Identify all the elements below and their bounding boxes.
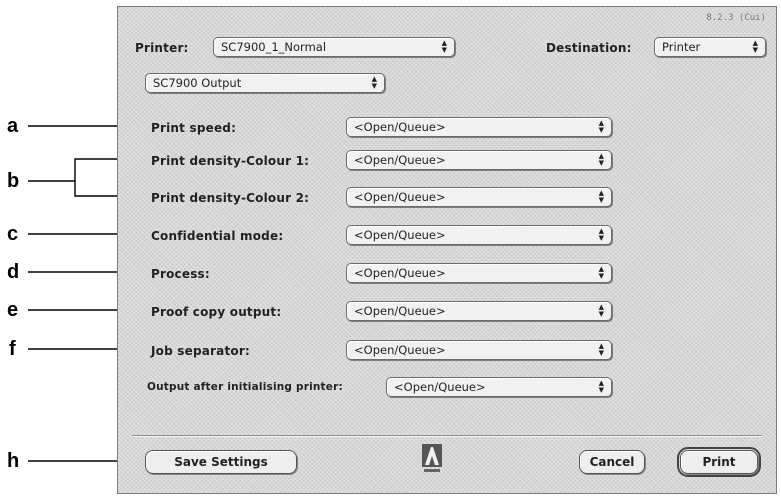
adobe-logo-icon bbox=[422, 444, 442, 472]
option-label-proof-copy-output: Proof copy output: bbox=[151, 305, 282, 319]
printer-select-value: SC7900_1_Normal bbox=[221, 40, 327, 54]
panel-select-value: SC7900 Output bbox=[153, 76, 242, 90]
destination-select-value: Printer bbox=[662, 40, 701, 54]
printer-select[interactable]: SC7900_1_Normal ▲ ▼ bbox=[213, 37, 455, 57]
proof-copy-output-value: <Open/Queue> bbox=[354, 304, 446, 318]
up-down-arrows-icon: ▲ ▼ bbox=[598, 341, 604, 357]
option-label-confidential-mode: Confidential mode: bbox=[151, 229, 284, 243]
print-speed-value: <Open/Queue> bbox=[354, 120, 446, 134]
option-label-process: Process: bbox=[151, 267, 210, 281]
confidential-mode-value: <Open/Queue> bbox=[354, 228, 446, 242]
cancel-button[interactable]: Cancel bbox=[579, 450, 645, 474]
proof-copy-output-select[interactable]: <Open/Queue> ▲ ▼ bbox=[346, 301, 612, 321]
callout-h: h bbox=[7, 450, 20, 472]
callout-e: e bbox=[7, 299, 19, 321]
callout-f: f bbox=[9, 338, 16, 360]
print-dialog: 8.2.3 (Cui) Printer: SC7900_1_Normal ▲ ▼ … bbox=[117, 6, 777, 494]
print-speed-select[interactable]: <Open/Queue> ▲ ▼ bbox=[346, 117, 612, 137]
print-density-colour-2-select[interactable]: <Open/Queue> ▲ ▼ bbox=[346, 187, 612, 207]
output-after-initialising-value: <Open/Queue> bbox=[394, 380, 486, 394]
up-down-arrows-icon: ▲ ▼ bbox=[598, 264, 604, 280]
callout-d: d bbox=[7, 261, 20, 283]
panel-select[interactable]: SC7900 Output ▲ ▼ bbox=[145, 73, 385, 93]
job-separator-value: <Open/Queue> bbox=[354, 343, 446, 357]
print-density-colour-1-select[interactable]: <Open/Queue> ▲ ▼ bbox=[346, 150, 612, 170]
confidential-mode-select[interactable]: <Open/Queue> ▲ ▼ bbox=[346, 225, 612, 245]
callout-c: c bbox=[7, 223, 19, 245]
option-label-output-after-initialising: Output after initialising printer: bbox=[147, 381, 343, 393]
up-down-arrows-icon: ▲ ▼ bbox=[598, 378, 604, 394]
up-down-arrows-icon: ▲ ▼ bbox=[371, 74, 377, 90]
save-settings-button[interactable]: Save Settings bbox=[145, 450, 297, 474]
up-down-arrows-icon: ▲ ▼ bbox=[598, 188, 604, 204]
option-label-print-speed: Print speed: bbox=[151, 121, 237, 135]
up-down-arrows-icon: ▲ ▼ bbox=[598, 302, 604, 318]
footer-divider bbox=[132, 435, 762, 437]
callout-a: a bbox=[7, 115, 19, 137]
up-down-arrows-icon: ▲ ▼ bbox=[752, 38, 758, 54]
process-select[interactable]: <Open/Queue> ▲ ▼ bbox=[346, 263, 612, 283]
destination-label: Destination: bbox=[546, 41, 632, 55]
up-down-arrows-icon: ▲ ▼ bbox=[598, 226, 604, 242]
callout-b: b bbox=[7, 170, 20, 192]
process-value: <Open/Queue> bbox=[354, 266, 446, 280]
option-label-job-separator: Job separator: bbox=[151, 344, 250, 358]
print-button[interactable]: Print bbox=[677, 447, 761, 477]
print-density-colour-1-value: <Open/Queue> bbox=[354, 153, 446, 167]
job-separator-select[interactable]: <Open/Queue> ▲ ▼ bbox=[346, 340, 612, 360]
version-label: 8.2.3 (Cui) bbox=[706, 13, 766, 23]
printer-label: Printer: bbox=[135, 41, 189, 55]
option-label-print-density-colour-1: Print density-Colour 1: bbox=[151, 154, 310, 168]
print-density-colour-2-value: <Open/Queue> bbox=[354, 190, 446, 204]
up-down-arrows-icon: ▲ ▼ bbox=[441, 38, 447, 54]
up-down-arrows-icon: ▲ ▼ bbox=[598, 118, 604, 134]
output-after-initialising-select[interactable]: <Open/Queue> ▲ ▼ bbox=[386, 377, 612, 397]
destination-select[interactable]: Printer ▲ ▼ bbox=[654, 37, 766, 57]
option-label-print-density-colour-2: Print density-Colour 2: bbox=[151, 191, 310, 205]
up-down-arrows-icon: ▲ ▼ bbox=[598, 151, 604, 167]
